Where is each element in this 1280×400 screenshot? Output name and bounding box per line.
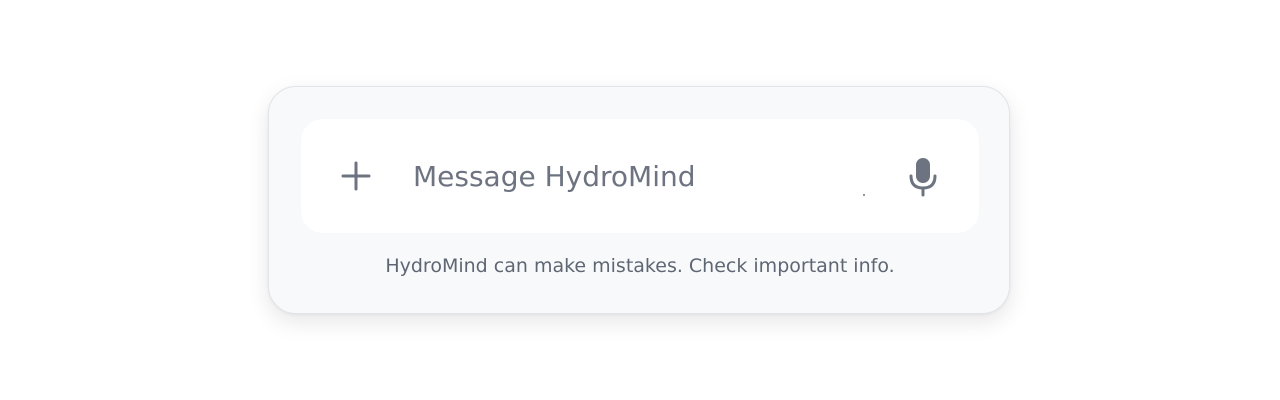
message-input[interactable] <box>413 150 853 202</box>
message-input-row <box>301 119 979 233</box>
attach-button[interactable] <box>333 156 379 198</box>
caret-dot <box>863 194 865 196</box>
disclaimer-text: HydroMind can make mistakes. Check impor… <box>385 255 895 277</box>
chat-composer-card: HydroMind can make mistakes. Check impor… <box>268 86 1010 314</box>
page: HydroMind can make mistakes. Check impor… <box>0 0 1280 400</box>
voice-input-button[interactable] <box>901 153 945 201</box>
